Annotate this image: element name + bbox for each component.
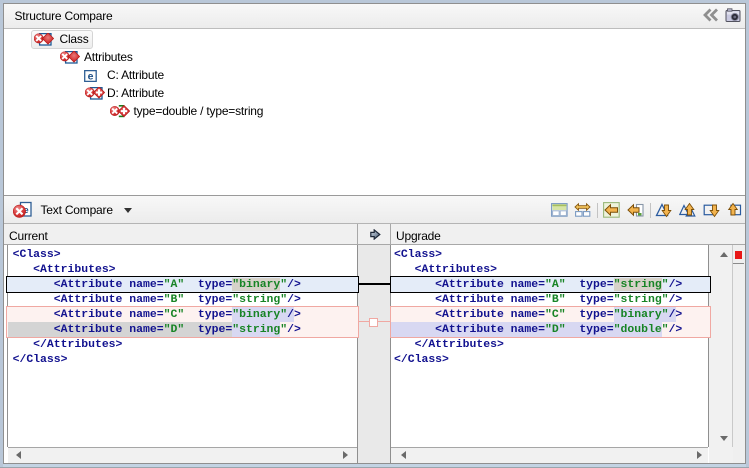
svg-text:e: e (88, 70, 94, 81)
